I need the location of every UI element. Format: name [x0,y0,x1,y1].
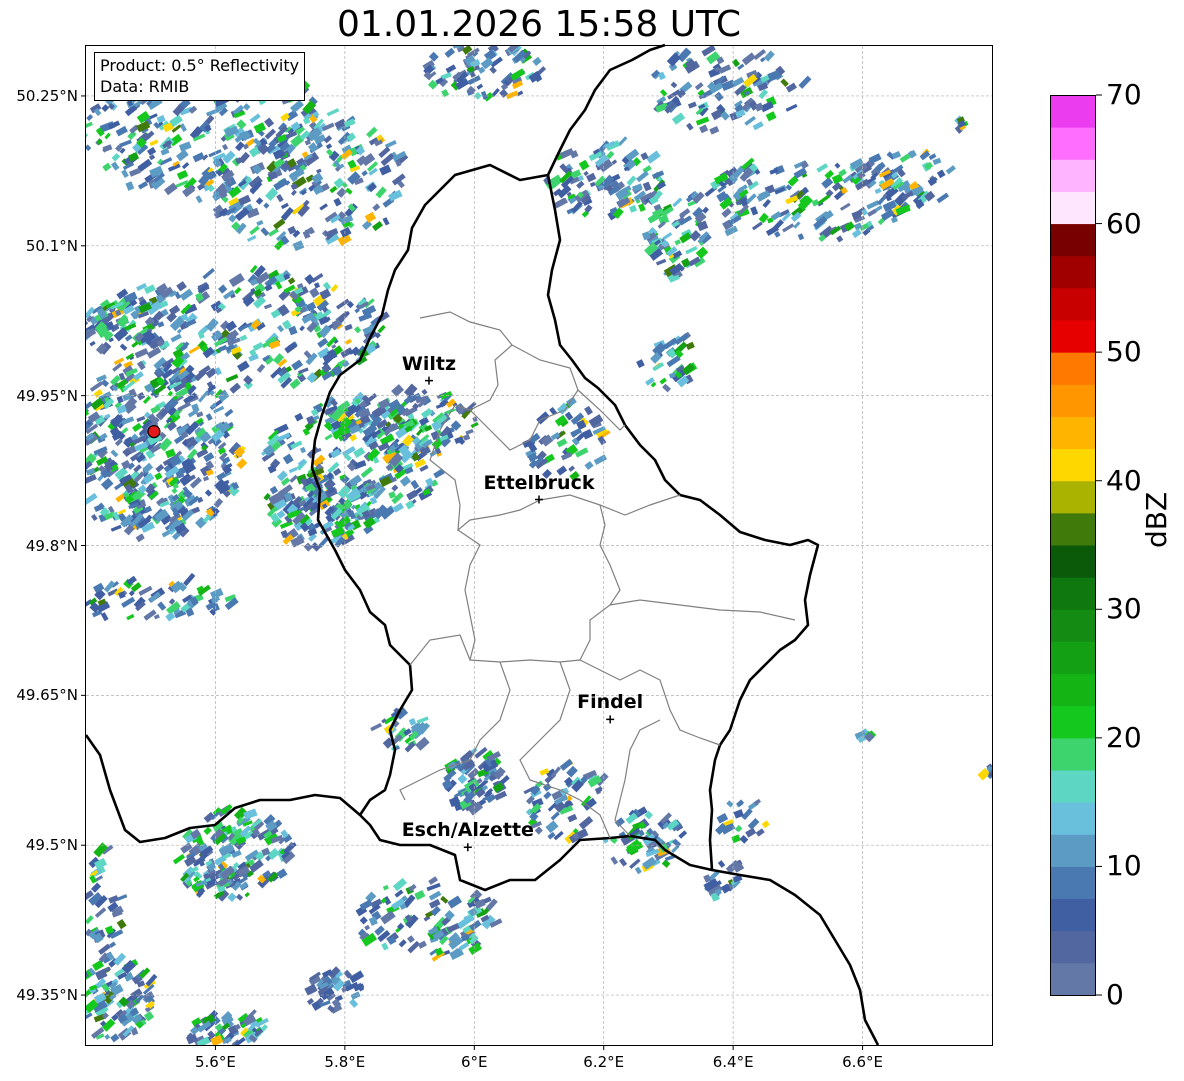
colorbar [1050,94,1102,996]
colorbar-segment [1050,737,1096,771]
colorbar-tick-label: 0 [1106,978,1124,1011]
colorbar-segment [1050,448,1096,482]
colorbar-segment [1050,609,1096,642]
colorbar-segment [1050,191,1096,225]
colorbar-segment [1050,577,1096,610]
colorbar-tick-label: 50 [1106,335,1142,369]
lat-tick-label: 49.8°N [25,536,78,555]
colorbar-segment [1050,962,1096,996]
colorbar-segment [1050,834,1096,867]
colorbar-segment [1050,673,1096,707]
city-label: Esch/Alzette [401,819,534,842]
lon-tick-label: 5.6°E [195,1053,236,1071]
colorbar-tick-label: 20 [1106,720,1142,754]
colorbar-segment [1050,512,1096,546]
colorbar-segment [1050,352,1096,385]
colorbar-segment [1050,641,1096,675]
lat-tick-label: 50.25°N [16,86,78,105]
product-text: Product: 0.5° Reflectivity [100,56,300,75]
colorbar-segment [1050,480,1096,514]
colorbar-segment [1050,545,1096,578]
colorbar-segment [1050,127,1096,160]
colorbar-segment [1050,770,1096,803]
colorbar-tick-label: 10 [1106,849,1142,883]
lon-tick-label: 6.6°E [842,1053,883,1071]
colorbar-segment [1050,416,1096,450]
lon-tick-label: 6.4°E [712,1053,754,1071]
colorbar-segment [1050,866,1096,900]
lat-tick-label: 49.35°N [16,986,78,1005]
lat-tick-label: 49.65°N [16,686,78,705]
colorbar-segment [1050,255,1096,289]
lon-tick-label: 6.2°E [583,1053,625,1071]
colorbar-segment [1050,159,1096,192]
colorbar-segment [1050,384,1096,417]
lat-tick-label: 50.1°N [25,236,78,255]
colorbar-tick-label: 30 [1106,592,1142,626]
city-label: Findel [577,691,644,714]
colorbar-segment [1050,223,1096,257]
lon-tick-label: 6°E [461,1053,488,1071]
colorbar-tick-label: 60 [1106,206,1142,240]
colorbar-tick-label: 70 [1106,78,1142,111]
colorbar-tick-label: 40 [1106,463,1142,497]
lat-tick-label: 49.5°N [25,836,78,855]
colorbar-label: dBZ [1140,491,1173,548]
colorbar-segment [1050,802,1096,835]
lat-tick-label: 49.95°N [16,386,78,405]
city-label: Ettelbruck [483,471,595,494]
lon-tick-label: 5.8°E [324,1053,366,1071]
city-label: Wiltz [401,352,457,375]
colorbar-segment [1050,930,1096,964]
colorbar-segment [1050,95,1096,128]
info-box: Product: 0.5° Reflectivity Data: RMIB [94,52,306,101]
colorbar-segment [1050,287,1096,321]
colorbar-segment [1050,320,1096,353]
colorbar-segment [1050,705,1096,739]
colorbar-segment [1050,898,1096,932]
data-source-text: Data: RMIB [100,77,190,96]
